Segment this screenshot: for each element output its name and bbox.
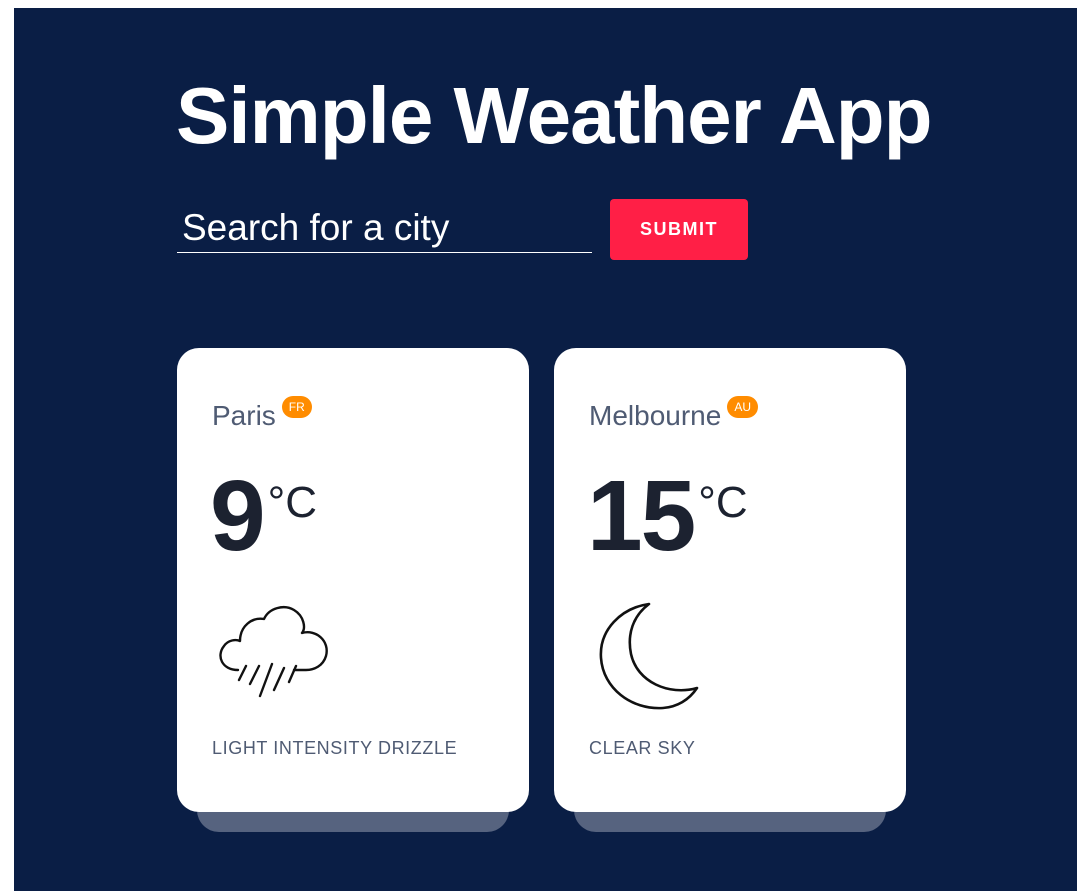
card-body: Melbourne AU 15 °C CLEAR SKY	[554, 348, 906, 812]
app-container: Simple Weather App SUBMIT Paris FR 9 °C	[14, 8, 1077, 891]
country-badge: FR	[281, 396, 312, 418]
temperature: 15 °C	[587, 466, 748, 566]
city-card-melbourne: Melbourne AU 15 °C CLEAR SKY	[554, 348, 906, 832]
weather-description: LIGHT INTENSITY DRIZZLE	[212, 738, 458, 758]
city-line: Paris FR	[212, 396, 312, 434]
city-line: Melbourne AU	[589, 396, 758, 434]
temperature-value: 9	[210, 460, 266, 572]
search-input[interactable]	[177, 204, 592, 253]
temperature-unit: °C	[267, 478, 317, 527]
temperature: 9 °C	[210, 466, 317, 566]
city-name: Paris	[212, 400, 276, 431]
crescent-moon-icon	[599, 602, 699, 710]
temperature-value: 15	[587, 460, 696, 572]
city-card-paris: Paris FR 9 °C LIGHT INTENSITY DRIZZLE	[177, 348, 529, 832]
country-badge: AU	[727, 396, 758, 418]
app-title: Simple Weather App	[176, 71, 932, 160]
city-name: Melbourne	[589, 400, 722, 431]
submit-button[interactable]: SUBMIT	[610, 199, 748, 260]
temperature-unit: °C	[698, 478, 748, 527]
card-body: Paris FR 9 °C LIGHT INTENSITY DRIZZLE	[177, 348, 529, 812]
rain-cloud-icon	[219, 606, 328, 698]
weather-description: CLEAR SKY	[589, 738, 696, 758]
